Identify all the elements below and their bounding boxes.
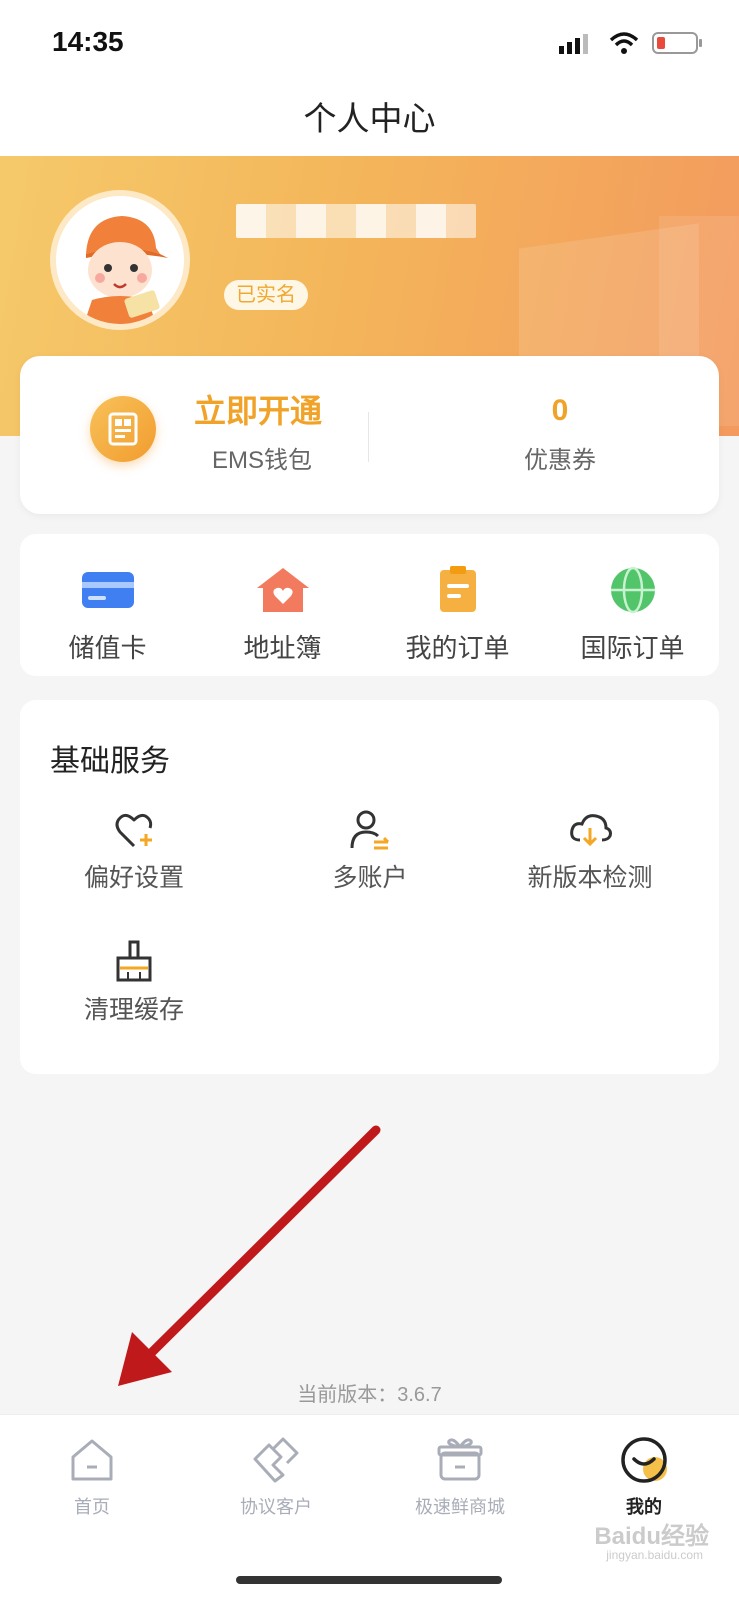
quick-link-address-book[interactable]: 地址簿 bbox=[195, 534, 370, 676]
tab-express-fresh-mall[interactable]: 极速鲜商城 bbox=[368, 1435, 552, 1525]
service-label: 清理缓存 bbox=[83, 996, 184, 1024]
signal-icon bbox=[559, 34, 588, 54]
tab-mine[interactable]: 我的 bbox=[552, 1435, 736, 1525]
heart-plus-icon bbox=[115, 813, 153, 848]
username-redacted bbox=[236, 204, 476, 238]
nav-bar: 个人中心 bbox=[0, 88, 739, 156]
service-label: 多账户 bbox=[332, 864, 408, 892]
tab-label: 首页 bbox=[74, 1497, 110, 1517]
wallet-card: 立即开通 EMS钱包 0 优惠券 bbox=[20, 356, 719, 514]
service-label: 新版本检测 bbox=[527, 864, 653, 892]
verified-badge: 已实名 bbox=[224, 280, 308, 310]
house-heart-icon bbox=[256, 568, 309, 612]
smile-icon bbox=[621, 1437, 667, 1483]
home-icon bbox=[71, 1439, 113, 1481]
coupon-label[interactable]: 优惠券 bbox=[440, 440, 680, 475]
watermark-site: jingyan.baidu.com bbox=[606, 1548, 703, 1562]
avatar[interactable] bbox=[50, 190, 190, 330]
quick-link-label: 储值卡 bbox=[68, 633, 147, 663]
tab-label: 协议客户 bbox=[240, 1497, 312, 1517]
gift-icon bbox=[437, 1438, 483, 1481]
status-icons bbox=[559, 32, 702, 54]
tab-bar: 首页 协议客户 极速鲜商城 我的 bbox=[0, 1414, 739, 1600]
quick-link-stored-value-card[interactable]: 储值卡 bbox=[20, 534, 195, 676]
service-label: 偏好设置 bbox=[83, 864, 184, 892]
service-clear-cache[interactable]: 清理缓存 bbox=[34, 940, 234, 1040]
quick-link-international-orders[interactable]: 国际订单 bbox=[545, 534, 720, 676]
quick-link-label: 国际订单 bbox=[580, 633, 685, 663]
status-bar: 14:35 bbox=[0, 0, 739, 88]
divider bbox=[368, 412, 369, 462]
wallet-label: EMS钱包 bbox=[212, 447, 313, 474]
tab-agreement-customer[interactable]: 协议客户 bbox=[184, 1435, 368, 1525]
status-time: 14:35 bbox=[52, 26, 124, 57]
basic-services-card: 基础服务 偏好设置 多账户 新版本检测 清理缓存 bbox=[20, 700, 719, 1074]
user-switch-icon bbox=[350, 810, 390, 850]
quick-link-label: 地址簿 bbox=[243, 633, 322, 663]
clipboard-icon bbox=[439, 566, 476, 612]
broom-icon bbox=[116, 940, 152, 982]
service-preferences[interactable]: 偏好设置 bbox=[34, 808, 234, 908]
globe-icon bbox=[610, 566, 655, 614]
card-icon bbox=[81, 572, 134, 608]
section-title: 基础服务 bbox=[50, 745, 170, 778]
page-title: 个人中心 bbox=[303, 100, 436, 137]
wallet-icon[interactable] bbox=[90, 396, 156, 462]
wallet-activate-link[interactable]: 立即开通 bbox=[194, 386, 322, 432]
quick-link-my-orders[interactable]: 我的订单 bbox=[370, 534, 545, 676]
tab-label: 极速鲜商城 bbox=[415, 1497, 505, 1517]
home-indicator[interactable] bbox=[236, 1576, 502, 1584]
wifi-icon bbox=[609, 32, 639, 54]
courier-avatar-icon bbox=[56, 196, 184, 324]
coupon-count[interactable]: 0 bbox=[440, 394, 680, 428]
handshake-icon bbox=[253, 1437, 299, 1483]
battery-icon bbox=[652, 32, 702, 54]
cloud-download-icon bbox=[570, 814, 612, 847]
watermark-logo: Baidu经验 bbox=[594, 1523, 709, 1550]
version-text: 当前版本：3.6.7 bbox=[297, 1384, 442, 1406]
service-check-update[interactable]: 新版本检测 bbox=[490, 808, 690, 908]
quick-link-label: 我的订单 bbox=[405, 633, 510, 663]
tab-home[interactable]: 首页 bbox=[0, 1435, 184, 1525]
service-multi-account[interactable]: 多账户 bbox=[270, 808, 470, 908]
quick-links-card: 储值卡 地址簿 我的订单 国际订单 bbox=[20, 534, 719, 676]
